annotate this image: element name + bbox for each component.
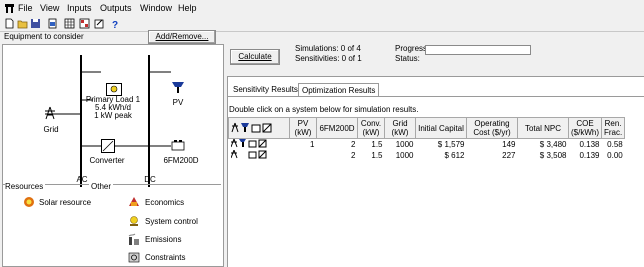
cell: $ 612 (444, 151, 465, 160)
cell: 0.58 (607, 140, 623, 149)
simulation-counts: Simulations: 0 of 4 Sensitivities: 0 of … (295, 44, 362, 64)
pv-label: PV (172, 98, 184, 107)
grid-tower-icon[interactable] (43, 106, 57, 120)
help-icon[interactable]: ? (109, 18, 120, 29)
table-row[interactable]: 2 1.5 1000 $ 612 227 $ 3,508 0.139 0.00 (229, 149, 625, 161)
battery-label: 6FM200D (163, 156, 199, 165)
cell: 1.5 (371, 140, 383, 149)
other-heading: Other (91, 182, 114, 191)
header-grid[interactable]: Grid (kW) (384, 117, 416, 139)
cell: 0.00 (607, 151, 623, 160)
save-icon[interactable] (30, 18, 41, 29)
economics-icon (129, 197, 139, 206)
menu-file[interactable]: File (18, 3, 33, 13)
system-control-label: System control (145, 217, 198, 226)
menu-window[interactable]: Window (140, 3, 172, 13)
component-icons-header (231, 122, 272, 132)
calculate-area: Calculate Simulations: 0 of 4 Sensitivit… (227, 33, 644, 71)
toolbar: ? (0, 17, 644, 32)
header-coe[interactable]: COE ($/kWh) (568, 117, 602, 139)
header-converter[interactable]: Conv. (kW) (357, 117, 385, 139)
open-folder-icon[interactable] (17, 18, 28, 29)
svg-text:?: ? (112, 20, 118, 29)
new-file-icon[interactable] (4, 18, 15, 29)
converter-icon[interactable] (101, 139, 115, 153)
cell: 0.139 (579, 151, 600, 160)
sensitivities-count: Sensitivities: 0 of 1 (295, 54, 362, 63)
progress-bar (425, 45, 531, 55)
solar-resource-item[interactable]: Solar resource (23, 196, 103, 208)
homer-logo-icon (5, 4, 14, 13)
add-remove-button[interactable]: Add/Remove... (148, 30, 216, 44)
converter-label: Converter (89, 156, 125, 165)
equipment-panel: Primary Load 1 5.4 kWh/d 1 kW peak PV Gr… (2, 44, 224, 267)
cell: 1 (310, 140, 315, 149)
pv-panel-icon[interactable] (171, 81, 185, 93)
header-battery[interactable]: 6FM200D (316, 117, 358, 139)
resources-heading: Resources (5, 182, 46, 191)
menu-help[interactable]: Help (178, 3, 197, 13)
table-row[interactable]: 1 2 1.5 1000 $ 1,579 149 $ 3,480 0.138 0… (229, 138, 625, 151)
cell: 149 (502, 140, 516, 149)
equipment-title: Equipment to consider (4, 32, 84, 41)
table-icon[interactable] (64, 18, 75, 29)
cell: 2 (351, 151, 356, 160)
constraints-item[interactable]: Constraints (127, 251, 217, 263)
dc-bus-label: DC (144, 175, 156, 184)
grid-label: Grid (43, 125, 59, 134)
emissions-label: Emissions (145, 235, 182, 244)
row-icons (229, 138, 290, 151)
cell: $ 1,579 (437, 140, 465, 149)
report-icon[interactable] (47, 18, 58, 29)
header-pv[interactable]: PV (kW) (289, 117, 317, 139)
icon-header (228, 117, 290, 139)
tab-optimization-results[interactable]: Optimization Results (298, 83, 380, 97)
economics-label: Economics (145, 198, 185, 207)
optimization-table: PV (kW) 6FM200D Conv. (kW) Grid (kW) Ini… (228, 117, 626, 161)
constraints-label: Constraints (145, 253, 186, 262)
cell: $ 3,508 (539, 151, 567, 160)
tab-sensitivity-results[interactable]: Sensitivity Results (230, 83, 301, 96)
cell: 1000 (395, 151, 414, 160)
results-panel: Sensitivity Results Optimization Results… (227, 76, 644, 267)
tab-divider (228, 96, 644, 97)
status-label: Status: (395, 54, 420, 63)
sun-icon (24, 197, 34, 207)
row-component-icons (230, 138, 266, 148)
cell: 1000 (395, 140, 414, 149)
battery-icon[interactable] (171, 139, 185, 151)
header-total-npc[interactable]: Total NPC (517, 117, 569, 139)
menu-inputs[interactable]: Inputs (67, 3, 92, 13)
row-icons (229, 149, 290, 161)
menu-view[interactable]: View (40, 3, 59, 13)
primary-load-label: Primary Load 1 5.4 kWh/d 1 kW peak (85, 95, 141, 120)
system-control-item[interactable]: System control (127, 215, 219, 227)
cell: $ 3,480 (539, 140, 567, 149)
header-operating-cost[interactable]: Operating Cost ($/yr) (466, 117, 518, 139)
constraints-icon (128, 252, 140, 263)
menu-bar: File View Inputs Outputs Window Help (0, 0, 644, 17)
header-initial-capital[interactable]: Initial Capital (415, 117, 467, 139)
calculate-button[interactable]: Calculate (230, 49, 280, 65)
cell (290, 150, 317, 161)
row-component-icons (230, 149, 266, 159)
chart-icon[interactable] (79, 18, 90, 29)
ac-bus-label: AC (76, 175, 88, 184)
emissions-icon (128, 233, 139, 245)
solar-resource-label: Solar resource (39, 198, 92, 207)
cell: 0.138 (579, 140, 600, 149)
emissions-item[interactable]: Emissions (127, 233, 217, 245)
header-ren-frac[interactable]: Ren. Frac. (600, 117, 626, 139)
system-control-icon (130, 216, 138, 226)
results-hint: Double click on a system below for simul… (229, 105, 419, 114)
properties-icon[interactable] (94, 18, 105, 29)
cell: 227 (502, 151, 516, 160)
cell: 1.5 (371, 151, 383, 160)
menu-outputs[interactable]: Outputs (100, 3, 132, 13)
cell: 2 (351, 140, 356, 149)
economics-item[interactable]: Economics (127, 196, 217, 208)
simulations-count: Simulations: 0 of 4 (295, 44, 361, 53)
